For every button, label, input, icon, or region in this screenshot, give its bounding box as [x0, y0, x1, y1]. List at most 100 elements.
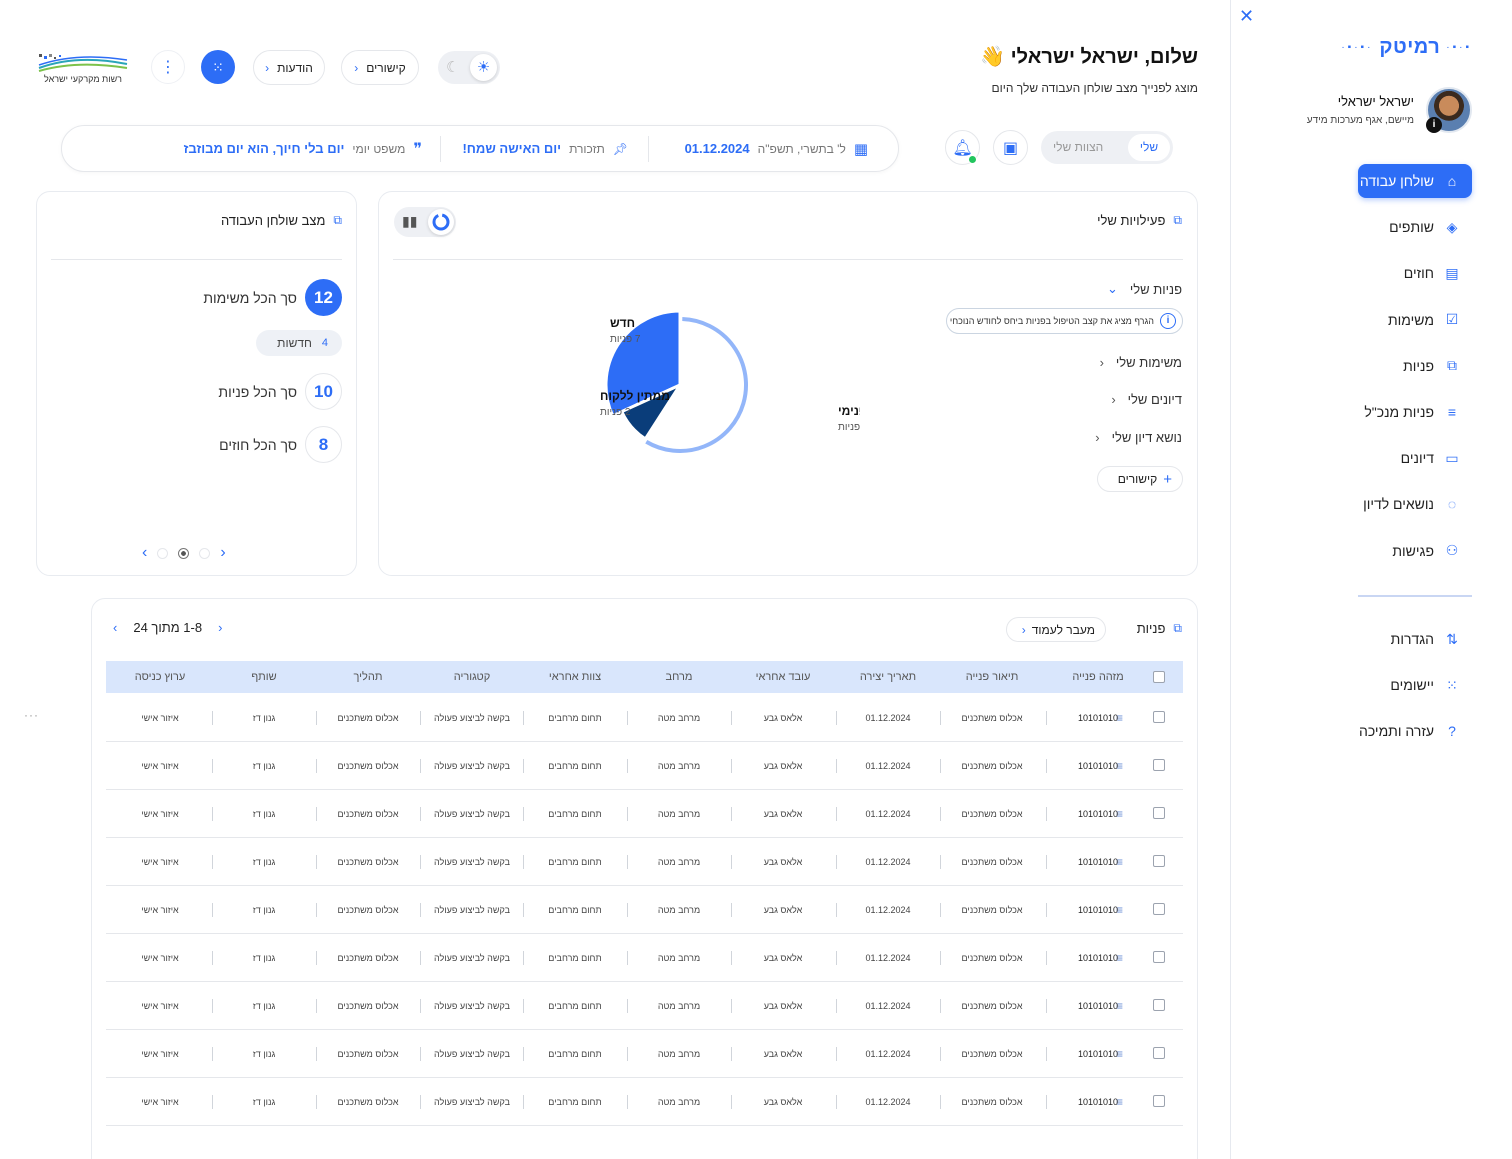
row-checkbox[interactable] — [1153, 903, 1165, 915]
more-options-button[interactable]: ⋮ — [151, 50, 185, 84]
notices-button[interactable]: הודעות ‹ — [253, 50, 325, 85]
activity-item-inquiries[interactable]: ⌄ פניות שלי — [1107, 281, 1182, 297]
activity-item-label: נושא דיון שלי — [1111, 430, 1182, 445]
pager-dot[interactable] — [157, 547, 169, 559]
select-all-checkbox[interactable] — [1153, 671, 1165, 683]
notifications-button[interactable]: 🔔︎ — [945, 130, 980, 165]
sidebar-item-settings[interactable]: ⇅ הגדרות — [1358, 622, 1472, 656]
moon-icon[interactable]: ☾ — [446, 58, 459, 76]
column-header[interactable]: קטגוריה — [426, 661, 518, 693]
lightbulb-icon: ◌ — [1447, 496, 1457, 513]
toggle-mine[interactable]: שלי — [1128, 134, 1170, 161]
view-toggle[interactable]: שלי הצוות שלי — [1041, 131, 1173, 164]
column-header[interactable]: תאריך יצירה — [842, 661, 934, 693]
cell-divider — [523, 711, 524, 725]
sidebar-item-people[interactable]: ⚇ פגישות — [1358, 534, 1472, 568]
tasks-total[interactable]: 12 סך הכל משימות — [203, 279, 342, 316]
chevron-right-icon[interactable]: › — [220, 544, 225, 562]
table-row[interactable]: ≡ 10101010 אכלוס משתכנים 01.12.2024 אלאס גבע… — [106, 934, 1183, 982]
sidebar-item-home[interactable]: ⌂ שולחן עבודה — [1358, 164, 1472, 198]
sticky-notes-button[interactable]: ▣ — [993, 130, 1028, 165]
table-row[interactable]: ≡ 10101010 אכלוס משתכנים 01.12.2024 אלאס גבע… — [106, 790, 1183, 838]
sidebar-item-chat[interactable]: ▭ דיונים — [1358, 441, 1472, 475]
avatar[interactable]: i — [1426, 87, 1472, 133]
sun-icon[interactable]: ☀ — [470, 54, 497, 81]
table-cell: 10101010 — [1077, 713, 1119, 723]
new-tasks-chip[interactable]: 4 חדשות — [256, 330, 342, 356]
table-row[interactable]: ≡ 10101010 אכלוס משתכנים 01.12.2024 אלאס גבע… — [106, 1030, 1183, 1078]
table-cell: גנון דז — [252, 1097, 276, 1107]
quote-label: משפט יומי — [352, 141, 406, 156]
chevron-left-icon[interactable]: ‹ — [113, 620, 117, 635]
bar-chart-icon[interactable]: ▮▮ — [402, 213, 417, 230]
row-checkbox[interactable] — [1153, 759, 1165, 771]
chevron-right-icon[interactable]: › — [218, 620, 222, 635]
table-row[interactable]: ≡ 10101010 אכלוס משתכנים 01.12.2024 אלאס גבע… — [106, 742, 1183, 790]
sidebar-item-handshake[interactable]: ◈ שותפים — [1358, 210, 1472, 244]
toggle-team[interactable]: הצוות שלי — [1053, 134, 1103, 161]
cell-divider — [836, 1047, 837, 1061]
table-row[interactable]: ≡ 10101010 אכלוס משתכנים 01.12.2024 אלאס גבע… — [106, 886, 1183, 934]
cell-divider — [627, 807, 628, 821]
apps-grid-button[interactable]: ⁙ — [201, 50, 235, 84]
inquiries-total[interactable]: 10 סך הכל פניות — [218, 373, 342, 410]
table-row[interactable]: ≡ 10101010 אכלוס משתכנים 01.12.2024 אלאס גבע… — [106, 1078, 1183, 1126]
column-header[interactable]: צוות אחראי — [529, 661, 621, 693]
link-icon[interactable]: ⧉ — [1173, 621, 1182, 636]
pie-value-label: 2 פניות — [600, 407, 631, 418]
sidebar-item-contract[interactable]: ▤ חוזים — [1358, 256, 1472, 290]
column-header[interactable]: שותף — [218, 661, 310, 693]
table-row[interactable]: ≡ 10101010 אכלוס משתכנים 01.12.2024 אלאס גבע… — [106, 838, 1183, 886]
cell-divider — [420, 855, 421, 869]
row-checkbox[interactable] — [1153, 1095, 1165, 1107]
theme-toggle[interactable]: ☾ ☀ — [438, 51, 500, 84]
table-cell: בקשה לביצוע פעולה — [434, 1049, 510, 1059]
row-checkbox[interactable] — [1153, 807, 1165, 819]
date-value: 01.12.2024 — [684, 141, 750, 156]
cell-divider — [420, 759, 421, 773]
activity-item-topics[interactable]: ‹ נושא דיון שלי — [1095, 430, 1182, 445]
sidebar-item-lightbulb[interactable]: ◌ נושאים לדיון — [1358, 487, 1472, 521]
table-row[interactable]: ≡ 10101010 אכלוס משתכנים 01.12.2024 אלאס גבע… — [106, 982, 1183, 1030]
table-cell: 01.12.2024 — [865, 761, 911, 771]
link-icon[interactable]: ⧉ — [1173, 213, 1182, 228]
donut-chart-icon[interactable] — [428, 209, 454, 235]
table-cell: בקשה לביצוע פעולה — [434, 1097, 510, 1107]
cell-divider — [523, 1095, 524, 1109]
sidebar-item-help[interactable]: ? עזרה ותמיכה — [1358, 714, 1472, 748]
activity-item-discussions[interactable]: ‹ דיונים שלי — [1111, 392, 1182, 407]
goto-page-button[interactable]: מעבר לעמוד ‹ — [1006, 617, 1106, 642]
activity-item-tasks[interactable]: ‹ משימות שלי — [1100, 355, 1182, 370]
column-header[interactable]: תהליך — [322, 661, 414, 693]
sidebar-item-ceo-inquiries[interactable]: ≡ פניות מנכ"ל — [1358, 395, 1472, 429]
more-horizontal-icon[interactable]: ··· — [24, 708, 39, 722]
chevron-left-icon[interactable]: ‹ — [142, 544, 147, 562]
row-checkbox[interactable] — [1153, 855, 1165, 867]
links-button[interactable]: קישורים ‹ — [341, 50, 419, 85]
activity-links-button[interactable]: + קישורים — [1097, 466, 1183, 492]
pager-dot[interactable] — [199, 547, 211, 559]
column-header[interactable]: תיאור פנייה — [946, 661, 1038, 693]
link-icon[interactable]: ⧉ — [333, 213, 342, 228]
row-checkbox[interactable] — [1153, 1047, 1165, 1059]
table-row[interactable]: ≡ 10101010 אכלוס משתכנים 01.12.2024 אלאס גבע… — [106, 694, 1183, 742]
column-header[interactable]: ערוץ כניסה — [114, 661, 206, 693]
sidebar-item-inquiries[interactable]: ⧉ פניות — [1358, 349, 1472, 383]
sidebar-item-label: יישומים — [1390, 677, 1434, 694]
chart-type-toggle[interactable]: ▮▮ — [394, 207, 456, 237]
row-checkbox[interactable] — [1153, 711, 1165, 723]
close-icon[interactable]: ✕ — [1239, 7, 1255, 25]
row-checkbox[interactable] — [1153, 951, 1165, 963]
column-header[interactable]: עובד אחראי — [737, 661, 829, 693]
contracts-total[interactable]: 8 סך הכל חוזים — [219, 426, 342, 463]
cell-divider — [836, 855, 837, 869]
cell-divider — [627, 759, 628, 773]
column-header[interactable]: מרחב — [633, 661, 725, 693]
cell-divider — [731, 807, 732, 821]
column-header[interactable]: מזהה פנייה — [1052, 661, 1144, 693]
sidebar-item-apps-grid[interactable]: ⁙ יישומים — [1358, 668, 1472, 702]
row-checkbox[interactable] — [1153, 999, 1165, 1011]
user-profile[interactable]: i ישראל ישראלי מיישם, אגף מערכות מידע — [1307, 87, 1472, 133]
pager-dot-active[interactable] — [178, 547, 190, 559]
sidebar-item-task[interactable]: ☑ משימות — [1358, 303, 1472, 337]
